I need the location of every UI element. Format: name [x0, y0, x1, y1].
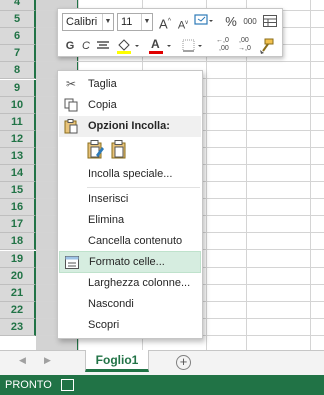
- row-header[interactable]: 15: [0, 182, 36, 200]
- menu-item-unhide[interactable]: Scopri: [59, 315, 201, 336]
- row-header[interactable]: 4: [0, 0, 36, 11]
- paste-formatting-icon: [87, 140, 104, 159]
- row-header[interactable]: 17: [0, 216, 36, 234]
- increase-decimal-icon: ←,0,00: [216, 37, 229, 52]
- menu-item-paste-special-label: Incolla speciale...: [88, 168, 173, 180]
- fill-bucket-icon: [117, 39, 139, 54]
- menu-item-insert[interactable]: Inserisci: [59, 189, 201, 210]
- scroll-left-icon[interactable]: ◀: [19, 355, 26, 366]
- increase-decimal-button[interactable]: ←,0,00: [215, 35, 235, 52]
- menu-separator: [87, 187, 200, 188]
- row-header[interactable]: 10: [0, 96, 36, 114]
- menu-item-hide-label: Nascondi: [88, 298, 134, 310]
- status-text: PRONTO: [5, 379, 52, 391]
- decrease-decimal-icon: ,00→,0: [238, 37, 251, 52]
- row-header[interactable]: 9: [0, 79, 36, 97]
- menu-item-delete-label: Elimina: [88, 214, 125, 226]
- svg-text:←,0: ←,0: [216, 37, 229, 44]
- borders-icon: [182, 39, 202, 52]
- mini-toolbar: Calibri ▼ 11 ▼ A^ Av % 000 G C A ←,0,00 …: [57, 8, 283, 57]
- row-header[interactable]: 16: [0, 199, 36, 217]
- font-size-value: 11: [121, 16, 133, 28]
- sheet-tab-active[interactable]: Foglio1: [85, 350, 149, 372]
- percent-button[interactable]: %: [224, 14, 238, 30]
- paste-keep-formatting-button[interactable]: [86, 139, 106, 161]
- menu-item-cut[interactable]: ✂ Taglia: [59, 74, 201, 95]
- italic-button[interactable]: C: [81, 38, 91, 54]
- font-name-combo[interactable]: Calibri ▼: [62, 13, 114, 31]
- paste-options-header: Opzioni Incolla:: [59, 116, 201, 137]
- row-header[interactable]: 22: [0, 301, 36, 319]
- status-bar: PRONTO: [0, 375, 324, 395]
- cell-styles-button[interactable]: [193, 13, 215, 29]
- shrink-font-button[interactable]: Av: [177, 15, 189, 32]
- menu-item-clear-contents[interactable]: Cancella contenuto: [59, 231, 201, 252]
- grow-font-button[interactable]: A^: [158, 14, 172, 31]
- row-header[interactable]: 21: [0, 284, 36, 302]
- decrease-decimal-button[interactable]: ,00 →,0: [237, 35, 257, 52]
- row-header[interactable]: 11: [0, 113, 36, 131]
- row-gridline: [36, 61, 324, 63]
- menu-item-column-width[interactable]: Larghezza colonne...: [59, 273, 201, 294]
- menu-item-cut-label: Taglia: [88, 78, 117, 90]
- cell-styles-icon: [194, 14, 213, 25]
- menu-item-column-width-label: Larghezza colonne...: [88, 277, 191, 289]
- paste-button[interactable]: [110, 139, 130, 161]
- scissors-icon: ✂: [65, 77, 77, 91]
- bold-button[interactable]: G: [65, 38, 75, 54]
- align-center-button[interactable]: [96, 38, 110, 54]
- row-header[interactable]: 20: [0, 267, 36, 285]
- row-headers: 4 5 6 7 8 9 10 11 12 13 14 15 16 17 18 19 20 21 22 23: [0, 0, 36, 350]
- paintbrush-icon: [260, 38, 274, 54]
- macro-record-icon[interactable]: [61, 379, 74, 391]
- menu-item-paste-special[interactable]: Incolla speciale...: [59, 164, 201, 185]
- fill-color-button[interactable]: [115, 37, 141, 54]
- row-header[interactable]: 14: [0, 165, 36, 182]
- column-gridline: [310, 0, 311, 350]
- paste-options-row: [86, 139, 130, 163]
- menu-item-hide[interactable]: Nascondi: [59, 294, 201, 315]
- row-header[interactable]: 8: [0, 62, 36, 80]
- row-header[interactable]: 19: [0, 250, 36, 268]
- menu-item-format-cells[interactable]: Formato celle...: [59, 251, 201, 273]
- format-cells-icon: [64, 255, 80, 270]
- format-painter-button[interactable]: [258, 37, 276, 54]
- menu-item-format-cells-label: Formato celle...: [89, 256, 165, 268]
- format-table-button[interactable]: [262, 13, 278, 29]
- table-icon: [263, 15, 277, 27]
- menu-item-insert-label: Inserisci: [88, 193, 129, 205]
- menu-item-unhide-label: Scopri: [88, 319, 120, 331]
- borders-button[interactable]: [181, 37, 205, 53]
- align-center-icon: [97, 41, 109, 49]
- row-header[interactable]: 5: [0, 11, 36, 29]
- svg-text:,00: ,00: [239, 37, 249, 44]
- context-menu: ✂ Taglia Copia Opzioni Incolla: Incolla …: [57, 70, 203, 339]
- sheet-tab-bar: ◀ ▶ Foglio1 +: [0, 350, 324, 375]
- svg-text:→,0: →,0: [238, 45, 251, 52]
- menu-item-delete[interactable]: Elimina: [59, 210, 201, 231]
- thousands-separator-button[interactable]: 000: [241, 14, 259, 30]
- font-color-button[interactable]: A: [148, 37, 174, 54]
- row-header[interactable]: 12: [0, 130, 36, 148]
- font-name-value: Calibri: [66, 16, 98, 28]
- row-header[interactable]: 23: [0, 318, 36, 336]
- chevron-down-icon: [167, 45, 171, 47]
- add-sheet-icon[interactable]: +: [176, 355, 191, 370]
- chevron-down-icon[interactable]: ▼: [102, 14, 113, 30]
- chevron-down-icon[interactable]: ▼: [141, 14, 152, 30]
- menu-item-copy[interactable]: Copia: [59, 95, 201, 116]
- row-header[interactable]: 7: [0, 45, 36, 63]
- font-size-combo[interactable]: 11 ▼: [117, 13, 153, 31]
- clipboard-icon: [63, 119, 79, 134]
- row-header[interactable]: 18: [0, 233, 36, 251]
- copy-icon: [63, 98, 79, 113]
- row-header[interactable]: 6: [0, 28, 36, 46]
- row-header[interactable]: 13: [0, 147, 36, 165]
- svg-text:,00: ,00: [219, 45, 229, 52]
- scroll-right-icon[interactable]: ▶: [44, 355, 51, 366]
- menu-item-clear-contents-label: Cancella contenuto: [88, 235, 183, 247]
- paste-options-label: Opzioni Incolla:: [88, 120, 170, 132]
- menu-item-copy-label: Copia: [88, 99, 117, 111]
- paste-icon: [111, 140, 126, 159]
